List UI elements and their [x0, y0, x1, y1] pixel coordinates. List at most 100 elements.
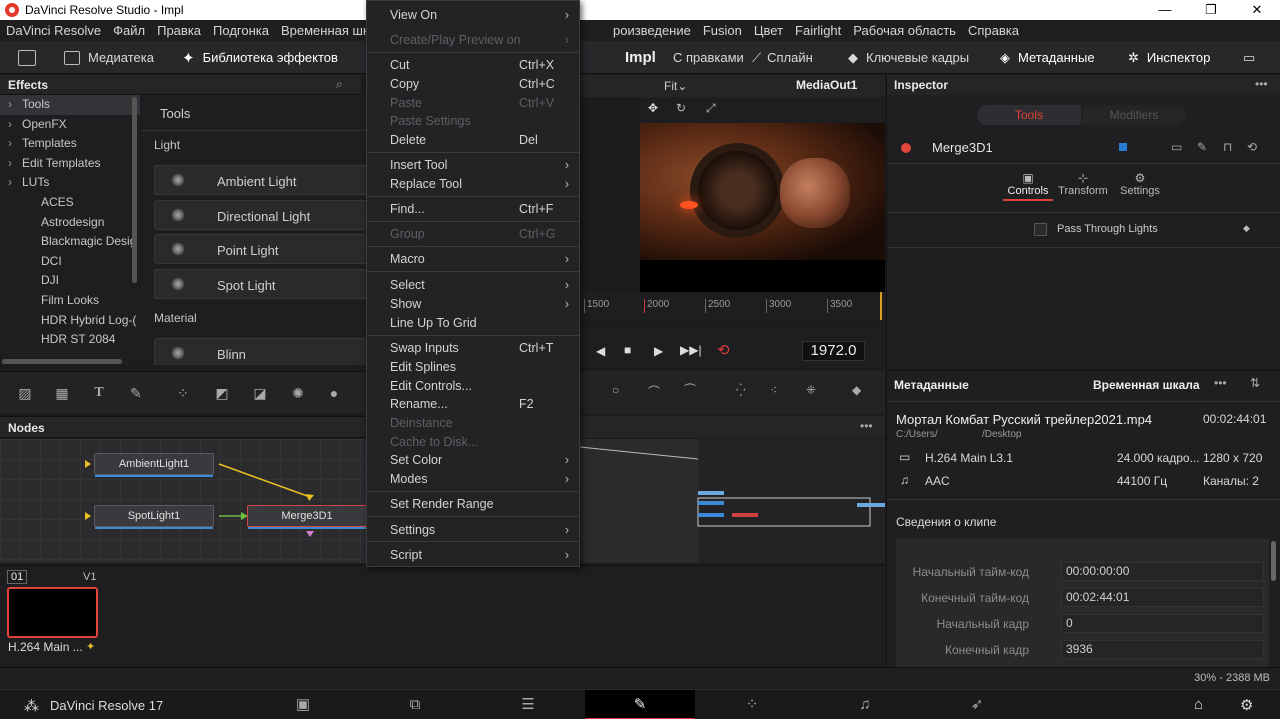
maximize-button[interactable]: ❐	[1188, 0, 1234, 20]
subtab-settings[interactable]: ⚙ Settings	[1115, 171, 1165, 197]
menu-item-select[interactable]: Select ›	[367, 276, 579, 295]
menu-playback[interactable]: роизведение	[607, 23, 697, 38]
blur-tool-icon[interactable]: ✺	[290, 385, 306, 401]
fit-dropdown[interactable]: Fit⌄	[664, 79, 687, 93]
page-fairlight-icon[interactable]: ♫	[810, 690, 920, 719]
tree-item-edit-templates[interactable]: Edit Templates	[0, 154, 140, 174]
tree-item-hdr-hybrid[interactable]: HDR Hybrid Log-(	[0, 311, 140, 331]
menu-fairlight[interactable]: Fairlight	[789, 23, 847, 38]
panel-toggle-button[interactable]	[18, 41, 44, 74]
pass-through-checkbox[interactable]	[1034, 223, 1047, 236]
page-edit-icon[interactable]: ☰	[473, 690, 583, 719]
close-window-button[interactable]: ✕	[1234, 0, 1280, 20]
tree-item-aces[interactable]: ACES	[0, 193, 140, 213]
particles-tool-icon[interactable]: ⁘	[175, 385, 191, 401]
menu-item-group[interactable]: Group Ctrl+G	[367, 225, 579, 244]
menu-item-line-up-grid[interactable]: Line Up To Grid	[367, 314, 579, 333]
effect-blinn[interactable]: Blinn	[154, 338, 366, 365]
home-icon[interactable]: ⌂	[1194, 696, 1203, 713]
glow-tool-icon[interactable]: ●	[326, 385, 342, 401]
metadata-scrollbar[interactable]	[1271, 541, 1276, 581]
media-pool-button[interactable]: Медиатека	[64, 41, 154, 74]
menu-item-paste-settings[interactable]: Paste Settings	[367, 112, 579, 131]
brightness-tool-icon[interactable]: ◪	[252, 385, 268, 401]
tree-item-astrodesign[interactable]: Astrodesign	[0, 213, 140, 233]
tree-item-tools[interactable]: Tools	[0, 95, 140, 115]
keyframe-diamond-icon[interactable]: ◆	[1243, 223, 1250, 234]
spline-button[interactable]: ⟋ Сплайн	[752, 41, 813, 74]
page-cut-icon[interactable]: ⧉	[360, 690, 470, 719]
field-end-tc[interactable]: 00:02:44:01	[1061, 588, 1264, 607]
subtab-transform[interactable]: ⊹ Transform	[1057, 171, 1109, 197]
pin-icon[interactable]: ✎	[1197, 140, 1207, 154]
clip-thumbnail[interactable]	[7, 587, 98, 638]
menu-item-find[interactable]: Find... Ctrl+F	[367, 200, 579, 219]
tree-item-templates[interactable]: Templates	[0, 134, 140, 154]
metadata-button[interactable]: ◈ Метаданные	[1000, 41, 1095, 74]
spline-options-icon[interactable]: •••	[860, 419, 873, 433]
tree-hscrollbar[interactable]	[2, 359, 122, 364]
tree-item-dci[interactable]: DCI	[0, 252, 140, 272]
gear-icon[interactable]: ⚙	[1240, 696, 1253, 714]
play-reverse-icon[interactable]: ◀	[596, 344, 605, 358]
fullscreen-button[interactable]: ▭	[1243, 41, 1255, 74]
particle-b-icon[interactable]: ⁖	[770, 383, 777, 397]
time-ruler[interactable]: 1500 2000 2500 3000 3500	[580, 292, 885, 320]
tab-modifiers[interactable]: Modifiers	[1082, 105, 1186, 125]
tab-tools[interactable]: Tools	[977, 105, 1081, 125]
last-frame-icon[interactable]: ▶▶|	[680, 343, 702, 357]
page-color-icon[interactable]: ⁘	[697, 690, 807, 719]
menu-item-copy[interactable]: Copy Ctrl+C	[367, 75, 579, 94]
subtab-controls[interactable]: ▣ Controls	[1003, 171, 1053, 201]
effects-library-button[interactable]: ✦ Библиотека эффектов	[182, 41, 338, 74]
menu-workspace[interactable]: Рабочая область	[847, 23, 962, 38]
menu-item-show[interactable]: Show ›	[367, 295, 579, 314]
tree-item-luts[interactable]: LUTs	[0, 173, 140, 193]
menu-help[interactable]: Справка	[962, 23, 1025, 38]
inspector-button[interactable]: ✲ Инспектор	[1128, 41, 1210, 74]
menu-item-rename[interactable]: Rename... F2	[367, 395, 579, 414]
menu-item-paste[interactable]: Paste Ctrl+V	[367, 94, 579, 113]
field-start-frame[interactable]: 0	[1061, 614, 1264, 633]
viewer-frame[interactable]	[640, 123, 885, 260]
loop-icon[interactable]: ⟲	[717, 341, 730, 359]
sort-icon[interactable]: ⇅	[1250, 376, 1260, 390]
menu-item-cut[interactable]: Cut Ctrl+X	[367, 56, 579, 75]
node-graph[interactable]: AmbientLight1 SpotLight1 Merge3D1	[0, 439, 367, 563]
minimize-button[interactable]: —	[1142, 0, 1188, 20]
paint-tool-icon[interactable]: ✎	[128, 385, 144, 401]
menu-item-modes[interactable]: Modes ›	[367, 470, 579, 489]
menu-item-deinstance[interactable]: Deinstance	[367, 414, 579, 433]
menu-item-macro[interactable]: Macro ›	[367, 250, 579, 269]
reset-icon[interactable]: ⟲	[1247, 140, 1257, 154]
tree-item-film-looks[interactable]: Film Looks	[0, 291, 140, 311]
menu-trim[interactable]: Подгонка	[207, 23, 275, 38]
menu-davinci[interactable]: DaVinci Resolve	[0, 23, 107, 38]
menu-item-set-render-range[interactable]: Set Render Range	[367, 495, 579, 514]
menu-item-settings[interactable]: Settings ›	[367, 521, 579, 540]
timecode-display[interactable]: 1972.0	[802, 341, 865, 361]
menu-item-script[interactable]: Script ›	[367, 546, 579, 565]
clip-info-header[interactable]: Сведения о клипе	[896, 515, 996, 529]
menu-color[interactable]: Цвет	[748, 23, 789, 38]
curve-tool-icon[interactable]: ⏜	[684, 383, 696, 398]
node-color-swatch[interactable]	[1119, 143, 1127, 151]
version-icon[interactable]: ▭	[1171, 140, 1182, 154]
effect-point-light[interactable]: Point Light	[154, 234, 366, 264]
menu-item-create-preview[interactable]: Create/Play Preview on ›	[367, 31, 579, 50]
menu-item-view-on[interactable]: View On ›	[367, 6, 579, 25]
menu-item-delete[interactable]: Delete Del	[367, 131, 579, 150]
field-start-tc[interactable]: 00:00:00:00	[1061, 562, 1264, 581]
menu-item-edit-splines[interactable]: Edit Splines	[367, 358, 579, 377]
search-icon[interactable]: ⌕	[336, 77, 343, 92]
menu-edit[interactable]: Правка	[151, 23, 207, 38]
background-tool-icon[interactable]: ▨	[17, 385, 33, 401]
menu-item-edit-controls[interactable]: Edit Controls...	[367, 377, 579, 396]
keyframes-button[interactable]: ◆ Ключевые кадры	[848, 41, 969, 74]
node-spotlight1[interactable]: SpotLight1	[94, 505, 214, 529]
move-icon[interactable]: ✥	[648, 101, 658, 115]
menu-fusion[interactable]: Fusion	[697, 23, 748, 38]
effect-spot-light[interactable]: Spot Light	[154, 269, 366, 299]
menu-item-insert-tool[interactable]: Insert Tool ›	[367, 156, 579, 175]
menu-item-swap-inputs[interactable]: Swap Inputs Ctrl+T	[367, 339, 579, 358]
